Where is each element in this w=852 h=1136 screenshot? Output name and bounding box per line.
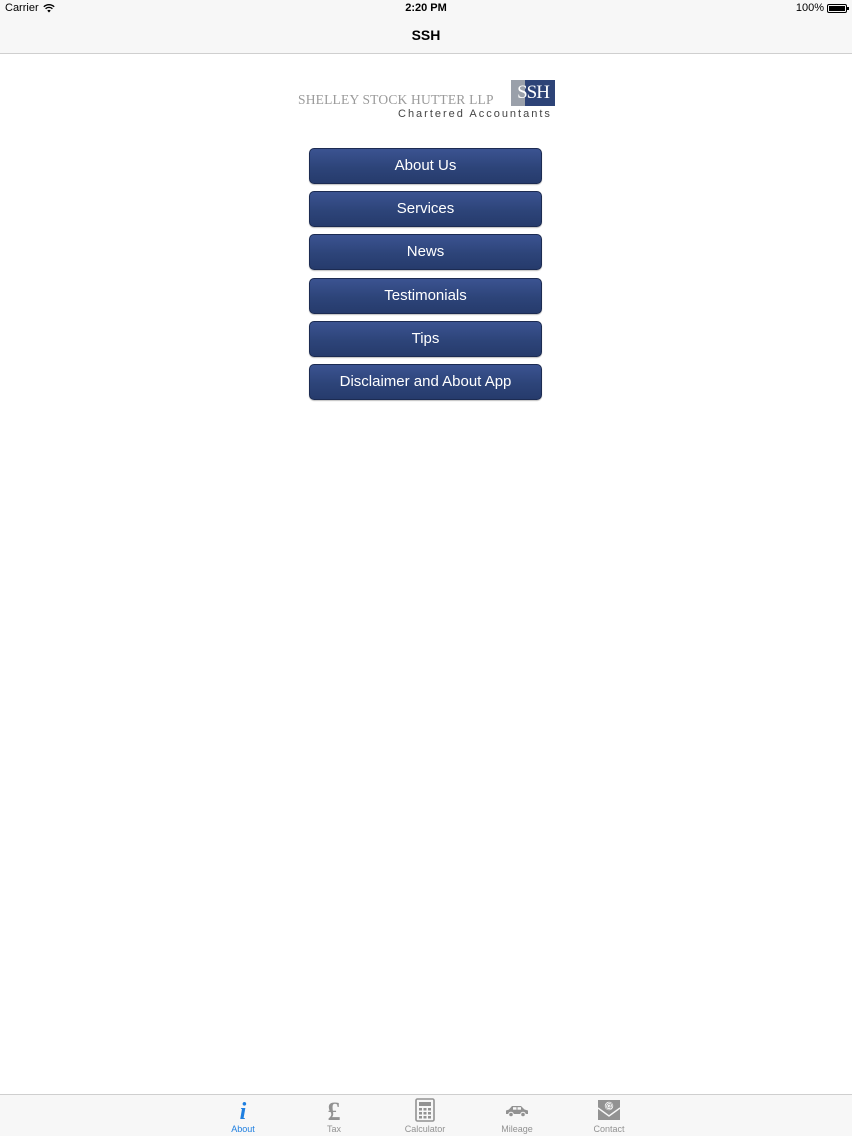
- tab-tax[interactable]: £ Tax: [299, 1098, 369, 1134]
- app-screen: Carrier 2:20 PM 100% SSH SHELLEY STOCK H…: [0, 0, 852, 1136]
- logo-badge-text: SSH: [517, 82, 550, 103]
- navigation-bar: SSH: [0, 18, 852, 54]
- tab-calculator[interactable]: Calculator: [390, 1098, 460, 1134]
- tab-contact[interactable]: @ Contact: [574, 1098, 644, 1134]
- tab-mileage[interactable]: Mileage: [482, 1098, 552, 1134]
- page-title: SSH: [411, 27, 441, 43]
- battery-icon: [827, 3, 849, 13]
- svg-text:@: @: [605, 1102, 613, 1111]
- tab-about[interactable]: i About: [208, 1098, 278, 1134]
- calculator-icon: [415, 1098, 435, 1122]
- battery-percent: 100%: [795, 2, 824, 14]
- tab-calculator-label: Calculator: [404, 1124, 446, 1134]
- disclaimer-button[interactable]: Disclaimer and About App: [309, 363, 542, 400]
- svg-text:£: £: [328, 1098, 341, 1122]
- company-logo: SHELLEY STOCK HUTTER LLP SSH Chartered A…: [296, 78, 558, 122]
- tips-button[interactable]: Tips: [309, 320, 542, 357]
- services-button[interactable]: Services: [309, 191, 542, 228]
- tab-tax-label: Tax: [326, 1124, 341, 1134]
- status-time: 2:20 PM: [405, 2, 447, 14]
- testimonials-button[interactable]: Testimonials: [309, 277, 542, 314]
- svg-text:i: i: [240, 1099, 247, 1122]
- info-icon: i: [240, 1099, 247, 1122]
- logo-tagline: Chartered Accountants: [398, 108, 552, 120]
- pound-icon: £: [328, 1098, 341, 1122]
- tab-contact-label: Contact: [593, 1124, 625, 1134]
- about-us-button[interactable]: About Us: [309, 148, 542, 184]
- logo-badge: SSH: [511, 80, 555, 106]
- status-battery-group: 100%: [795, 2, 849, 14]
- car-icon: [506, 1106, 528, 1118]
- tab-about-label: About: [231, 1124, 255, 1134]
- status-bar: Carrier 2:20 PM 100%: [0, 0, 852, 18]
- envelope-at-icon: @: [597, 1100, 621, 1120]
- news-button[interactable]: News: [309, 234, 542, 271]
- tab-mileage-label: Mileage: [501, 1124, 533, 1134]
- logo-company-name: SHELLEY STOCK HUTTER LLP: [298, 92, 494, 107]
- main-menu: About Us Services News Testimonials Tips…: [309, 148, 542, 407]
- tab-bar: i About £ Tax Calculator Mileage @ Conta…: [0, 1094, 852, 1136]
